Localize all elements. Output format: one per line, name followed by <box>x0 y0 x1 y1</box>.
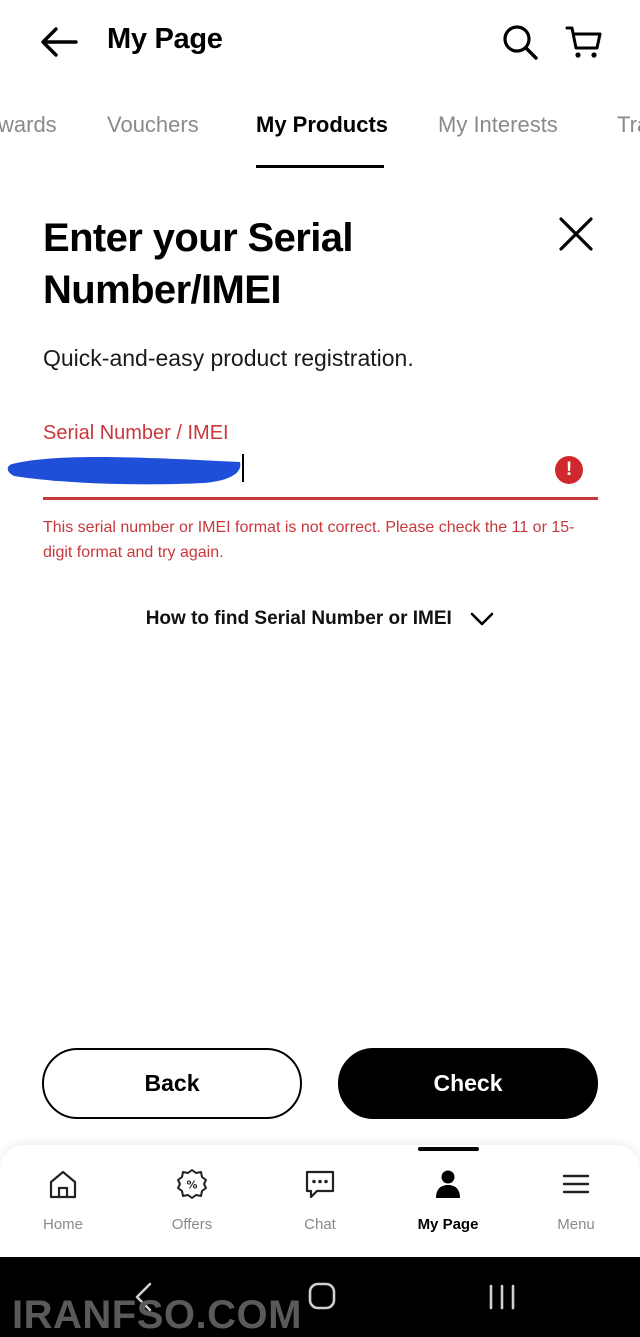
cart-icon[interactable] <box>564 22 604 62</box>
nav-home-label: Home <box>42 1216 83 1233</box>
close-icon[interactable] <box>556 214 596 254</box>
active-tab-indicator <box>256 165 384 168</box>
back-arrow-icon[interactable] <box>36 22 80 62</box>
error-icon: ! <box>555 456 583 484</box>
nav-offers-label: Offers <box>171 1216 213 1233</box>
chat-icon <box>305 1170 335 1199</box>
serial-field-underline <box>43 497 598 500</box>
nav-home[interactable]: Home <box>8 1167 118 1247</box>
nav-offers[interactable]: % Offers <box>137 1167 247 1247</box>
system-recents-icon[interactable] <box>486 1283 518 1311</box>
serial-field-label: Serial Number / IMEI <box>43 422 229 444</box>
tab-my-interests[interactable]: My Interests <box>438 112 558 138</box>
bottom-nav: Home % Offers Chat My Page Menu <box>0 1145 640 1257</box>
person-icon <box>436 1170 460 1198</box>
system-home-icon[interactable] <box>307 1281 337 1311</box>
tab-bar: wards Vouchers My Products My Interests … <box>0 100 640 170</box>
active-nav-indicator <box>418 1147 479 1151</box>
menu-icon <box>562 1174 590 1194</box>
nav-my-page-label: My Page <box>417 1216 479 1233</box>
nav-menu-label: Menu <box>557 1216 595 1233</box>
redaction-scribble <box>7 454 244 485</box>
dialog-heading: Enter your Serial Number/IMEI <box>43 216 354 312</box>
app-header: My Page <box>0 0 640 84</box>
howto-toggle[interactable]: How to find Serial Number or IMEI <box>0 608 640 638</box>
home-icon <box>49 1170 77 1199</box>
watermark: IRANFSO.COM <box>12 1293 302 1337</box>
tab-rewards[interactable]: wards <box>0 112 57 138</box>
system-nav-bar: IRANFSO.COM <box>0 1257 640 1337</box>
page-title: My Page <box>107 23 223 55</box>
tab-my-products[interactable]: My Products <box>256 112 388 138</box>
nav-chat[interactable]: Chat <box>265 1167 375 1247</box>
serial-error-message: This serial number or IMEI format is not… <box>43 519 575 561</box>
nav-menu[interactable]: Menu <box>521 1167 631 1247</box>
check-button[interactable]: Check <box>338 1048 598 1119</box>
chevron-down-icon <box>470 612 494 626</box>
nav-my-page[interactable]: My Page <box>393 1167 503 1247</box>
back-button[interactable]: Back <box>42 1048 302 1119</box>
svg-text:%: % <box>186 1179 197 1192</box>
tab-truncated[interactable]: Tra <box>617 112 640 138</box>
dialog-subtitle: Quick-and-easy product registration. <box>43 345 414 371</box>
howto-label: How to find Serial Number or IMEI <box>145 608 452 629</box>
nav-chat-label: Chat <box>304 1216 336 1233</box>
search-icon[interactable] <box>500 22 540 62</box>
offers-icon: % <box>177 1169 207 1199</box>
tab-vouchers[interactable]: Vouchers <box>107 112 199 138</box>
